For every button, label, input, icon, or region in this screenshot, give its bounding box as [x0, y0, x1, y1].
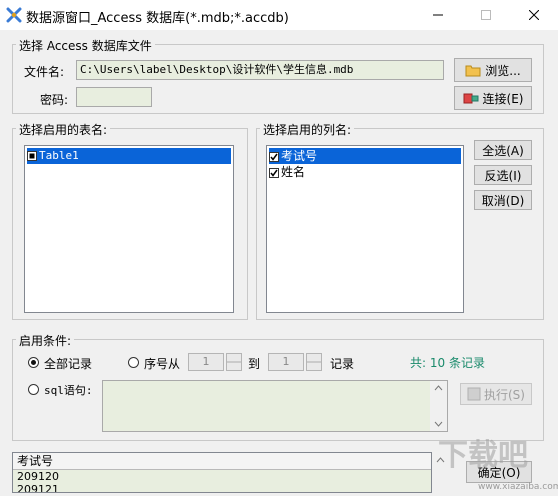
columns-listbox[interactable]: 考试号 姓名	[266, 145, 464, 313]
title-bar: 数据源窗口_Access 数据库(*.mdb;*.accdb)	[0, 0, 558, 30]
range-to-spinner[interactable]	[306, 353, 322, 371]
watermark-logo: 下载吧	[438, 438, 528, 473]
select-all-button[interactable]: 全选(A)	[474, 140, 532, 160]
file-group-title: 选择 Access 数据库文件	[16, 37, 155, 54]
column-item-label: 姓名	[281, 165, 306, 179]
watermark-url: www.xiazaiba.com	[478, 482, 558, 492]
columns-group-title: 选择启用的列名:	[260, 121, 355, 138]
checkbox-icon[interactable]	[269, 151, 279, 162]
all-records-label: 全部记录	[44, 357, 93, 371]
preview-header: 考试号	[13, 453, 431, 470]
execute-button: 执行(S)	[460, 383, 532, 405]
column-list-item[interactable]: 考试号	[269, 148, 461, 164]
range-to-input[interactable]: 1	[268, 353, 304, 371]
window-title: 数据源窗口_Access 数据库(*.mdb;*.accdb)	[26, 11, 289, 26]
table-item-label: Table1	[39, 149, 79, 162]
range-from-input[interactable]: 1	[188, 353, 224, 371]
file-name-field[interactable]: C:\Users\label\Desktop\设计软件\学生信息.mdb	[76, 60, 444, 80]
close-button[interactable]	[511, 0, 557, 30]
spinner-icon	[227, 361, 241, 363]
execute-icon	[467, 387, 481, 401]
table-list-item[interactable]: Table1	[27, 148, 231, 164]
browse-button[interactable]: 浏览...	[454, 58, 532, 82]
all-records-radio[interactable]	[28, 357, 39, 368]
minimize-button[interactable]	[415, 0, 461, 30]
preview-row: 209120	[17, 470, 59, 483]
condition-group-title: 启用条件:	[16, 332, 75, 349]
sql-scrollbar[interactable]	[430, 381, 447, 431]
connect-button-label: 连接(E)	[482, 91, 524, 106]
tables-group-title: 选择启用的表名:	[16, 121, 111, 138]
record-total: 共: 10 条记录	[410, 356, 485, 370]
maximize-icon	[481, 10, 491, 20]
minimize-icon	[433, 14, 443, 16]
connect-button[interactable]: 连接(E)	[454, 86, 532, 110]
password-label: 密码:	[40, 93, 69, 107]
column-list-item[interactable]: 姓名	[269, 164, 461, 180]
checkbox-icon[interactable]	[27, 151, 37, 161]
app-icon	[6, 7, 22, 23]
range-radio[interactable]	[128, 357, 139, 368]
sql-radio[interactable]	[28, 384, 39, 395]
checkbox-icon[interactable]	[269, 167, 279, 178]
connect-icon	[463, 93, 479, 104]
range-from-label: 序号从	[144, 357, 181, 371]
invert-selection-button[interactable]: 反选(I)	[474, 165, 532, 185]
column-item-label: 考试号	[281, 149, 318, 163]
file-name-label: 文件名:	[24, 65, 65, 79]
tables-listbox[interactable]: Table1	[24, 145, 234, 313]
range-from-spinner[interactable]	[226, 353, 242, 371]
password-field[interactable]	[76, 87, 152, 107]
sql-textarea[interactable]	[102, 380, 448, 432]
maximize-button[interactable]	[463, 0, 509, 30]
preview-grid[interactable]: 考试号 209120 209121	[12, 452, 432, 493]
cancel-selection-button[interactable]: 取消(D)	[474, 190, 532, 210]
spinner-icon	[307, 361, 321, 363]
close-icon	[529, 10, 539, 20]
execute-button-label: 执行(S)	[484, 387, 525, 402]
sql-label: sql语句:	[44, 384, 93, 397]
records-label: 记录	[330, 357, 355, 371]
preview-row: 209121	[17, 483, 59, 493]
folder-icon	[465, 65, 481, 77]
range-to-label: 到	[248, 357, 261, 371]
browse-button-label: 浏览...	[485, 63, 521, 78]
